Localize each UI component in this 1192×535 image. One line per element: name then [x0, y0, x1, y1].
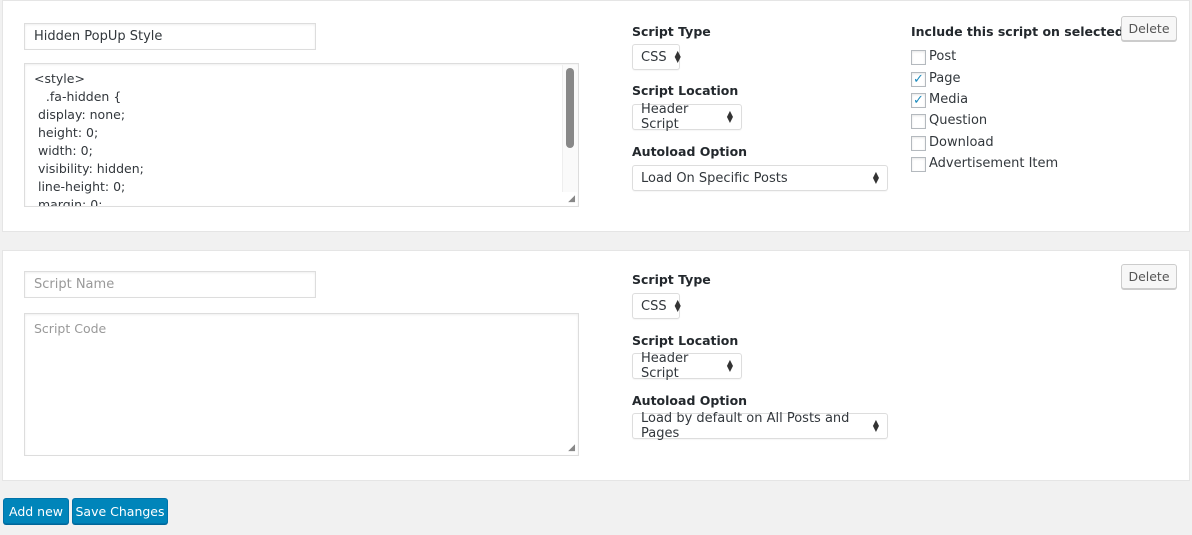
script-type-label: Script Type	[632, 24, 711, 39]
checkbox-label[interactable]: Media	[929, 92, 968, 107]
scrollbar-thumb[interactable]	[566, 68, 574, 148]
autoload-option-select[interactable]: Load On Specific Posts ▲ ▼	[632, 165, 888, 191]
save-changes-button[interactable]: Save Changes	[72, 498, 168, 524]
script-location-value: Header Script	[641, 351, 689, 381]
delete-button[interactable]: Delete	[1121, 16, 1177, 41]
add-new-button[interactable]: Add new	[3, 498, 69, 524]
autoload-option-value: Load On Specific Posts	[641, 170, 788, 186]
select-arrows-icon: ▲ ▼	[872, 418, 879, 433]
resize-handle-icon[interactable]: ◢	[568, 194, 575, 204]
script-type-select[interactable]: CSS ▲ ▼	[632, 44, 681, 70]
script-location-value: Header Script	[641, 102, 689, 132]
select-arrows-icon: ▲ ▼	[726, 358, 733, 373]
resize-handle-icon[interactable]: ◢	[568, 443, 575, 453]
code-line: width: 0;	[34, 143, 93, 158]
checkbox-label[interactable]: Advertisement Item	[929, 156, 1058, 171]
script-location-label: Script Location	[632, 333, 739, 348]
autoload-option-select[interactable]: Load by default on All Posts and Pages ▲ ▼	[632, 411, 888, 441]
checkbox-label[interactable]: Page	[929, 71, 960, 86]
script-code-textarea[interactable]: <style> .fa-hidden { display: none; heig…	[24, 63, 579, 207]
script-code-text: <style> .fa-hidden { display: none; heig…	[25, 64, 578, 207]
checkbox-post[interactable]	[911, 50, 926, 65]
script-type-value: CSS	[641, 298, 667, 314]
code-line: visibility: hidden;	[34, 161, 144, 176]
checkbox-media[interactable]: ✓	[911, 93, 926, 108]
script-type-label: Script Type	[632, 272, 711, 287]
checkbox-question[interactable]	[911, 114, 926, 129]
code-line: height: 0;	[34, 125, 99, 140]
autoload-option-value: Load by default on All Posts and Pages	[641, 411, 850, 441]
script-name-value: Hidden PopUp Style	[34, 29, 163, 44]
script-location-select[interactable]: Header Script ▲ ▼	[632, 102, 742, 132]
post-types-label: Include this script on selected post ty	[911, 24, 1123, 39]
select-arrows-icon: ▲ ▼	[674, 298, 681, 313]
checkbox-label[interactable]: Post	[929, 49, 956, 64]
script-code-textarea[interactable]: Script Code ◢	[24, 313, 579, 456]
code-line: .fa-hidden {	[34, 89, 122, 104]
script-location-select[interactable]: Header Script ▲ ▼	[632, 351, 742, 381]
select-arrows-icon: ▲ ▼	[872, 170, 879, 185]
script-panel-1: Hidden PopUp Style <style> .fa-hidden { …	[2, 0, 1190, 232]
script-type-value: CSS	[641, 49, 667, 65]
autoload-option-label: Autoload Option	[632, 393, 748, 408]
scrollbar[interactable]	[562, 65, 577, 192]
checkbox-label[interactable]: Download	[929, 135, 994, 150]
script-location-label: Script Location	[632, 83, 739, 98]
checkbox-page[interactable]: ✓	[911, 72, 926, 87]
script-code-placeholder: Script Code	[34, 321, 107, 336]
script-type-select[interactable]: CSS ▲ ▼	[632, 293, 681, 319]
autoload-option-label: Autoload Option	[632, 144, 748, 159]
script-name-input[interactable]: Hidden PopUp Style	[24, 23, 316, 50]
checkbox-advertisement-item[interactable]	[911, 157, 926, 172]
script-name-input[interactable]: Script Name	[24, 271, 316, 298]
checkbox-label[interactable]: Question	[929, 113, 987, 128]
select-arrows-icon: ▲ ▼	[726, 109, 733, 124]
script-panel-2: Script Name Script Code ◢ Script Type CS…	[2, 250, 1190, 481]
delete-button[interactable]: Delete	[1121, 264, 1177, 289]
select-arrows-icon: ▲ ▼	[674, 49, 681, 64]
code-line: line-height: 0;	[34, 179, 126, 194]
code-line: <style>	[34, 71, 85, 86]
code-line: display: none;	[34, 107, 126, 122]
code-line: margin: 0;	[34, 197, 103, 207]
script-name-placeholder: Script Name	[34, 277, 115, 292]
checkbox-download[interactable]	[911, 136, 926, 151]
